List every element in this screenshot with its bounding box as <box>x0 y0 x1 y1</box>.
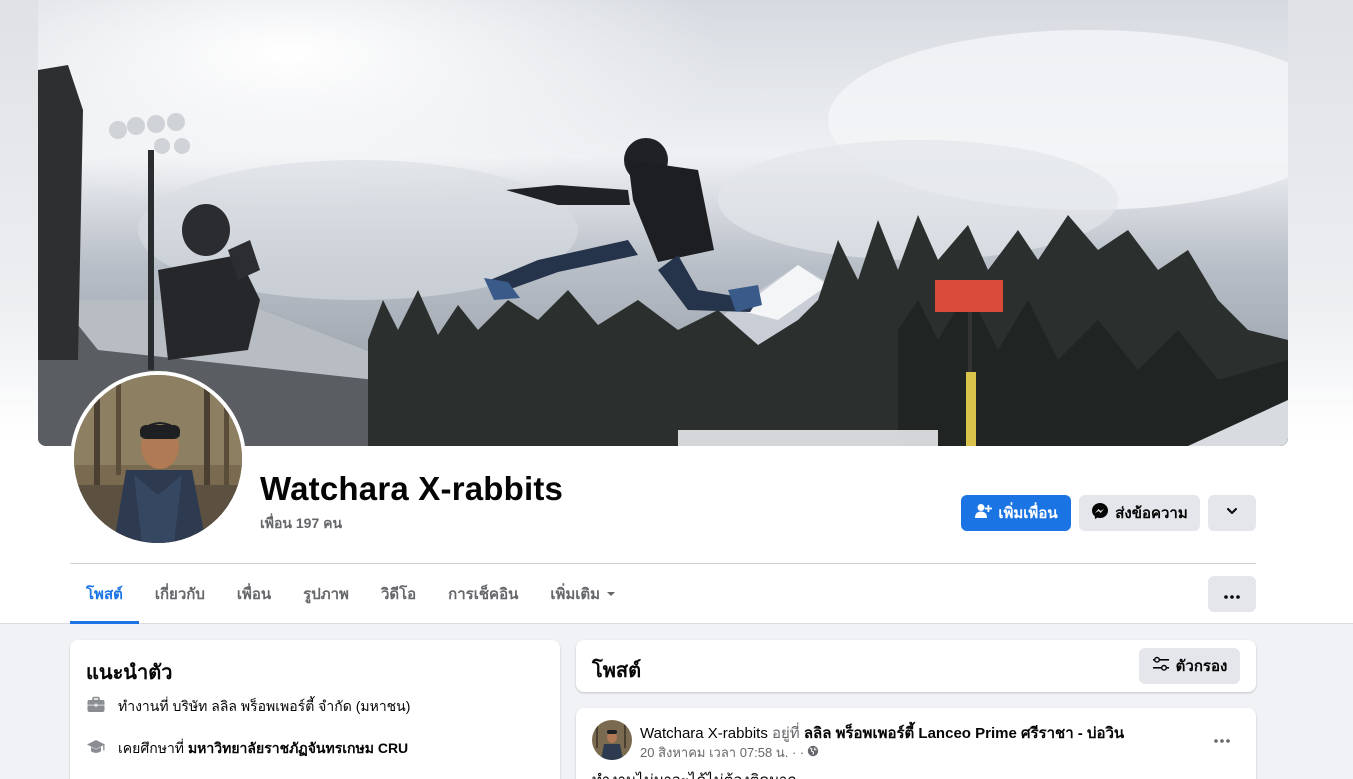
intro-education: เคยศึกษาที่ มหาวิทยาลัยราชภัฏจันทรเกษม C… <box>86 737 408 760</box>
tab-friends[interactable]: เพื่อน <box>221 565 287 623</box>
post-place[interactable]: ลลิล พร็อพเพอร์ตี้ Lanceo Prime ศรีราชา … <box>804 725 1124 742</box>
tab-checkins[interactable]: การเช็คอิน <box>432 565 534 623</box>
briefcase-icon <box>86 695 106 718</box>
profile-tabs: โพสต์ เกี่ยวกับ เพื่อน รูปภาพ วิดีโอ การ… <box>70 565 632 624</box>
tab-label: รูปภาพ <box>303 586 349 603</box>
tab-about[interactable]: เกี่ยวกับ <box>139 565 221 623</box>
filter-button[interactable]: ตัวกรอง <box>1139 648 1240 684</box>
profile-avatar[interactable] <box>70 371 246 547</box>
intro-card: แนะนำตัว ทำงานที่ บริษัท ลลิล พร็อพเพอร์… <box>70 640 560 779</box>
post-at-label: อยู่ที่ <box>772 725 800 742</box>
caret-down-icon <box>606 586 616 603</box>
message-button[interactable]: ส่งข้อความ <box>1079 495 1200 531</box>
tab-photos[interactable]: รูปภาพ <box>287 565 365 623</box>
more-icon <box>1214 731 1230 746</box>
post-author-avatar[interactable] <box>592 720 632 760</box>
filter-icon <box>1152 656 1170 676</box>
tab-videos[interactable]: วิดีโอ <box>365 565 432 623</box>
tab-posts[interactable]: โพสต์ <box>70 565 139 624</box>
profile-name: Watchara X-rabbits <box>260 470 564 507</box>
work-value[interactable]: บริษัท ลลิล พร็อพเพอร์ตี้ จำกัด (มหาชน) <box>172 698 410 714</box>
message-label: ส่งข้อความ <box>1115 505 1188 522</box>
avatar-illustration <box>74 375 242 543</box>
tab-label: การเช็คอิน <box>448 586 519 603</box>
chevron-down-icon <box>1225 504 1239 522</box>
cover-photo-image <box>38 0 1288 446</box>
posts-title: โพสต์ <box>592 660 642 682</box>
post-options-button[interactable] <box>1206 722 1238 754</box>
header-divider <box>70 563 1256 564</box>
work-prefix: ทำงานที่ <box>118 697 173 714</box>
friend-count[interactable]: เพื่อน 197 คน <box>260 513 342 535</box>
filter-label: ตัวกรอง <box>1175 658 1228 675</box>
tab-label: วิดีโอ <box>380 586 417 603</box>
intro-work: ทำงานที่ บริษัท ลลิล พร็อพเพอร์ตี้ จำกัด… <box>86 695 410 718</box>
avatar-image <box>74 375 242 543</box>
post-meta: 20 สิงหาคม เวลา 07:58 น. · · <box>640 742 819 763</box>
add-friend-button[interactable]: เพิ่มเพื่อน <box>961 495 1071 531</box>
edu-prefix: เคยศึกษาที่ <box>118 739 188 756</box>
tab-label: โพสต์ <box>86 586 123 603</box>
add-friend-label: เพิ่มเพื่อน <box>998 505 1058 522</box>
post-card: Watchara X-rabbits อยู่ที่ ลลิล พร็อพเพอ… <box>576 708 1256 779</box>
globe-icon <box>807 745 819 760</box>
cover-photo[interactable] <box>38 0 1288 446</box>
post-text: ทำงานไม่มาจะได้ไม่ต้องติดมาก <box>592 768 797 779</box>
post-author-name[interactable]: Watchara X-rabbits <box>640 725 768 742</box>
graduation-cap-icon <box>86 737 106 760</box>
intro-title: แนะนำตัว <box>86 662 173 684</box>
tab-label: เพิ่มเติม <box>550 586 601 603</box>
posts-header-card: โพสต์ ตัวกรอง <box>576 640 1256 692</box>
tab-more[interactable]: เพิ่มเติม <box>534 565 632 623</box>
tab-label: เพื่อน <box>236 586 272 603</box>
add-friend-icon <box>974 502 993 524</box>
more-icon <box>1224 586 1240 603</box>
tab-label: เกี่ยวกับ <box>154 586 205 603</box>
messenger-icon <box>1091 502 1109 524</box>
tabs-more-button[interactable] <box>1208 576 1256 612</box>
more-options-button[interactable] <box>1208 495 1256 531</box>
edu-value[interactable]: มหาวิทยาลัยราชภัฏจันทรเกษม CRU <box>188 740 408 756</box>
post-date[interactable]: 20 สิงหาคม เวลา 07:58 น. · · <box>640 742 804 763</box>
